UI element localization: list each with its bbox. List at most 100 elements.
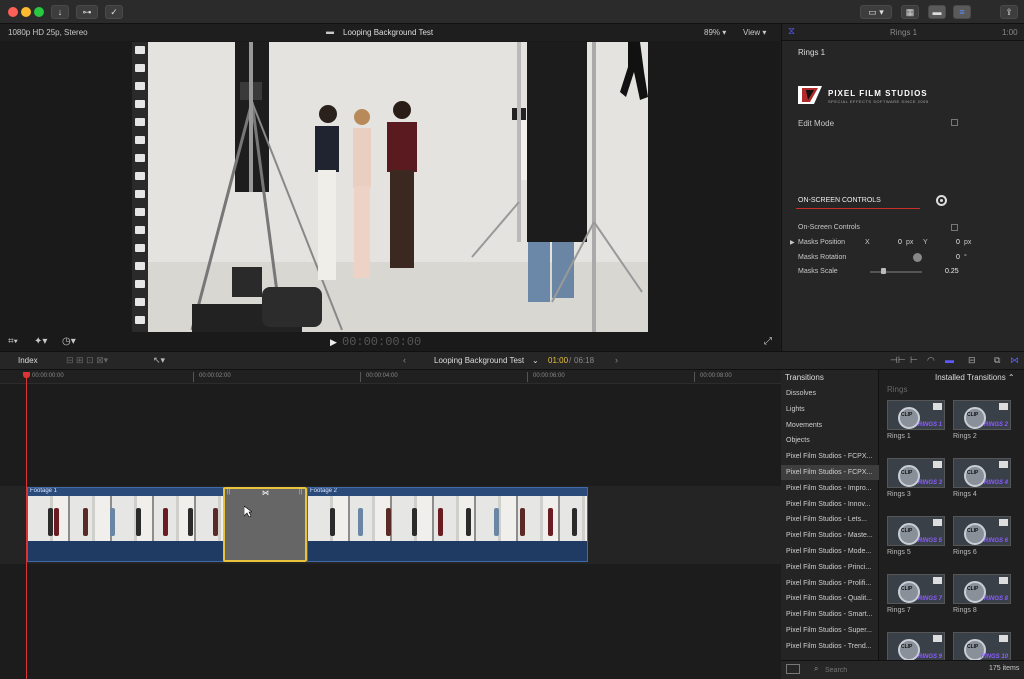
transition-name: Rings 7: [887, 607, 911, 614]
speed-icon[interactable]: ◷▾: [62, 336, 76, 347]
transition-category-item[interactable]: Pixel Film Studios - Qualit...: [781, 591, 879, 606]
transition-category-item[interactable]: Lights: [781, 402, 879, 417]
solo-icon[interactable]: ▬: [945, 355, 954, 365]
play-icon[interactable]: ▶: [330, 337, 337, 348]
image-icon: [933, 635, 942, 642]
video-frame: [132, 42, 648, 332]
transition-category-item[interactable]: Pixel Film Studios - Impro...: [781, 481, 879, 496]
image-icon: [999, 519, 1008, 526]
rotation-dial[interactable]: [913, 253, 922, 262]
playhead[interactable]: [26, 372, 27, 679]
transitions-sidebar: Transitions Dissolves Lights Movements Obje…: [781, 370, 879, 660]
transitions-browser-icon[interactable]: ⋈: [1010, 355, 1019, 366]
transition-clip[interactable]: ⋈ || ||: [223, 487, 307, 562]
section-underline: [796, 208, 920, 209]
index-button[interactable]: Index: [18, 356, 38, 365]
audio-skimming-icon[interactable]: ⊣⊢: [890, 355, 906, 366]
select-tool-icon[interactable]: ↖▾: [153, 355, 165, 366]
disc-icon: [964, 465, 986, 487]
target-icon[interactable]: [936, 195, 947, 206]
import-icon[interactable]: ↓: [51, 5, 69, 19]
transition-preview: CLIP RINGS 5: [887, 516, 945, 546]
transition-preview: CLIP RINGS 4: [953, 458, 1011, 488]
clip-footage-1[interactable]: Footage 1: [27, 487, 224, 562]
browser-grid-icon[interactable]: ▦: [901, 5, 919, 19]
transition-category-item[interactable]: Pixel Film Studios - Princi...: [781, 560, 879, 575]
effect-name: Rings 1: [798, 48, 826, 57]
background-tasks-icon[interactable]: ✓: [105, 5, 123, 19]
transition-thumbnail[interactable]: CLIP RINGS 6 Rings 6: [953, 516, 1011, 556]
zoom-window-button[interactable]: [34, 7, 44, 17]
clip-footage-2[interactable]: Footage 2: [307, 487, 588, 562]
minimize-window-button[interactable]: [21, 7, 31, 17]
history-forward-icon[interactable]: ›: [615, 355, 618, 365]
edit-mode-checkbox[interactable]: [951, 119, 958, 126]
transition-thumbnail[interactable]: CLIP RINGS 1 Rings 1: [887, 400, 945, 440]
share-icon[interactable]: ⇪: [1000, 5, 1018, 19]
transform-icon[interactable]: ⌗▾: [8, 336, 18, 347]
fullscreen-icon[interactable]: ⤢: [764, 336, 772, 347]
inspector-toggle-icon[interactable]: ≡: [953, 5, 971, 19]
timeline-toggle-icon[interactable]: ▬: [928, 5, 946, 19]
x-value-field[interactable]: 0: [898, 239, 902, 246]
search-input[interactable]: [825, 664, 945, 676]
enhance-icon[interactable]: ✦▾: [34, 336, 47, 347]
hanging-figure: [620, 42, 648, 102]
transition-category-item[interactable]: Objects: [781, 433, 879, 448]
skimming-icon[interactable]: ⊢: [910, 355, 918, 366]
transition-thumbnail[interactable]: CLIP RINGS 5 Rings 5: [887, 516, 945, 556]
project-menu-icon[interactable]: ⌄: [532, 356, 539, 365]
transition-category-item[interactable]: Pixel Film Studios - Smart...: [781, 607, 879, 622]
transition-tag: RINGS 8: [983, 596, 1008, 602]
transition-category-item[interactable]: Movements: [781, 418, 879, 433]
close-window-button[interactable]: [8, 7, 18, 17]
generator-icon[interactable]: ⧖: [788, 26, 795, 37]
transition-category-item[interactable]: Pixel Film Studios - Mode...: [781, 544, 879, 559]
edit-mode-label: Edit Mode: [798, 119, 835, 128]
transition-category-item[interactable]: Pixel Film Studios - Innov...: [781, 497, 879, 512]
transition-category-item[interactable]: Pixel Film Studios - FCPX...: [781, 449, 879, 464]
library-layout-icon[interactable]: ▭ ▾: [860, 5, 892, 19]
transition-thumbnail[interactable]: CLIP RINGS 3 Rings 3: [887, 458, 945, 498]
keyword-icon[interactable]: ⊶: [76, 5, 98, 19]
format-label: 1080p HD 25p, Stereo: [8, 28, 88, 37]
item-count: 175 items: [989, 665, 1020, 672]
clip-label: Footage 2: [310, 488, 338, 494]
transition-handle-right[interactable]: ||: [299, 489, 302, 495]
onscreen-controls-checkbox[interactable]: [951, 224, 958, 231]
transition-handle-left[interactable]: ||: [227, 489, 230, 495]
headphones-icon[interactable]: ◠: [927, 355, 935, 366]
scale-value-field[interactable]: 0.25: [945, 268, 959, 275]
ruler-tick: 00:00:02:00: [199, 373, 231, 379]
disclosure-triangle-icon[interactable]: ▶: [790, 239, 795, 246]
transition-category-item[interactable]: Pixel Film Studios - Maste...: [781, 528, 879, 543]
sidebar-toggle-icon[interactable]: [786, 664, 800, 674]
scale-slider-knob[interactable]: [881, 268, 886, 274]
transition-category-item[interactable]: Pixel Film Studios - Super...: [781, 623, 879, 638]
transition-name: Rings 1: [887, 433, 911, 440]
transition-thumbnail[interactable]: CLIP RINGS 2 Rings 2: [953, 400, 1011, 440]
zoom-select[interactable]: 89% ▾: [704, 28, 726, 37]
inspector-header: ⧖ Rings 1 1:00: [782, 24, 1024, 41]
scale-slider[interactable]: [870, 268, 922, 274]
title-bar: ↓ ⊶ ✓ ▭ ▾ ▦ ▬ ≡ ⇪: [0, 0, 1024, 24]
rotation-value-field[interactable]: 0: [956, 254, 960, 261]
transition-thumbnail[interactable]: CLIP RINGS 7 Rings 7: [887, 574, 945, 614]
transition-category-item[interactable]: Dissolves: [781, 386, 879, 401]
history-back-icon[interactable]: ‹: [403, 355, 406, 365]
installed-transitions-menu[interactable]: Installed Transitions ⌃: [935, 373, 1015, 382]
clip-appearance-icon[interactable]: ⊟: [968, 355, 976, 366]
transition-category-item[interactable]: Pixel Film Studios - Lets...: [781, 512, 879, 527]
transition-category-item[interactable]: Pixel Film Studios - Prolifi...: [781, 576, 879, 591]
playhead-handle[interactable]: [23, 372, 30, 378]
transition-category-item[interactable]: Pixel Film Studios - Trend...: [781, 639, 879, 654]
transition-thumbnail[interactable]: CLIP RINGS 4 Rings 4: [953, 458, 1011, 498]
image-icon: [999, 577, 1008, 584]
transition-thumbnail[interactable]: CLIP RINGS 8 Rings 8: [953, 574, 1011, 614]
transition-category-item[interactable]: Pixel Film Studios - FCPX...: [781, 465, 879, 480]
x-unit: px: [906, 239, 914, 246]
effects-browser-icon[interactable]: ⧉: [994, 355, 1000, 366]
y-value-field[interactable]: 0: [956, 239, 960, 246]
view-menu[interactable]: View ▾: [743, 28, 766, 37]
edit-buttons[interactable]: ⊟ ⊞ ⊡ ⊠▾: [66, 355, 108, 366]
